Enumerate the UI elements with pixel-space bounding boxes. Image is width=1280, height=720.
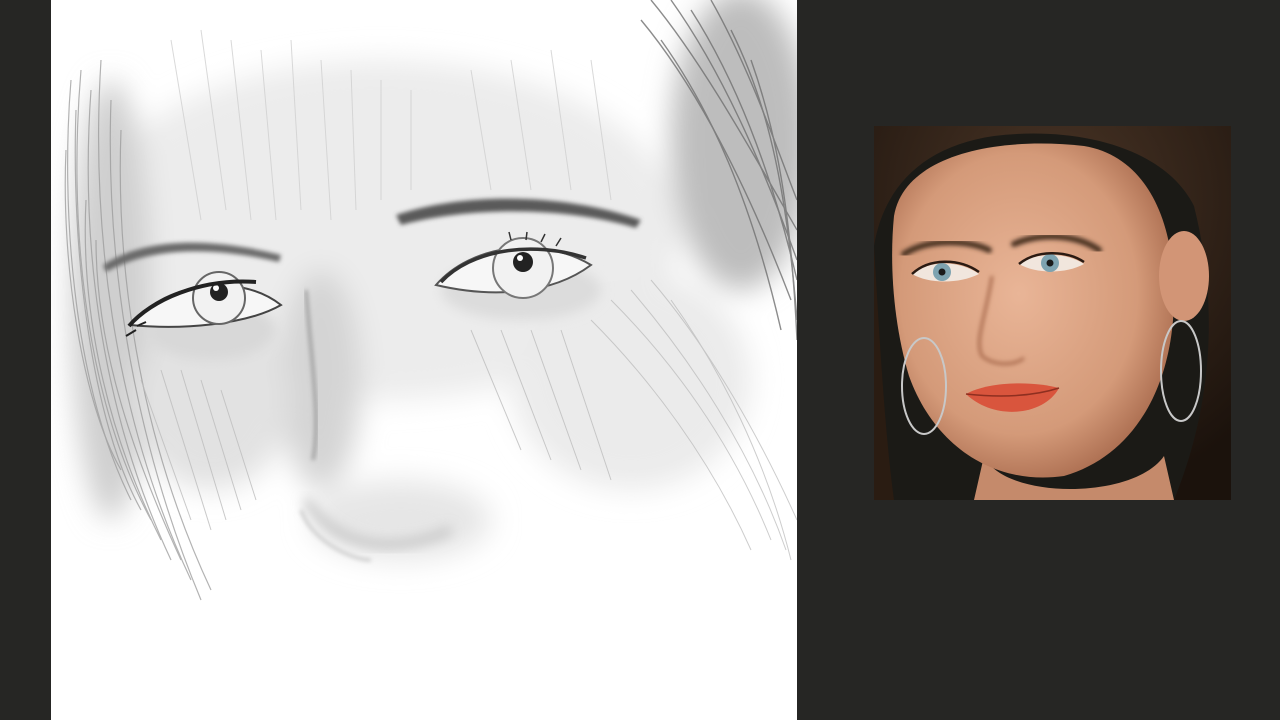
tonal-shading	[71, 0, 797, 560]
reference-portrait	[874, 126, 1231, 500]
drawing-canvas[interactable]	[51, 0, 797, 720]
workspace	[0, 0, 1280, 720]
pencil-sketch	[64, 0, 797, 601]
reference-photo	[874, 126, 1231, 500]
